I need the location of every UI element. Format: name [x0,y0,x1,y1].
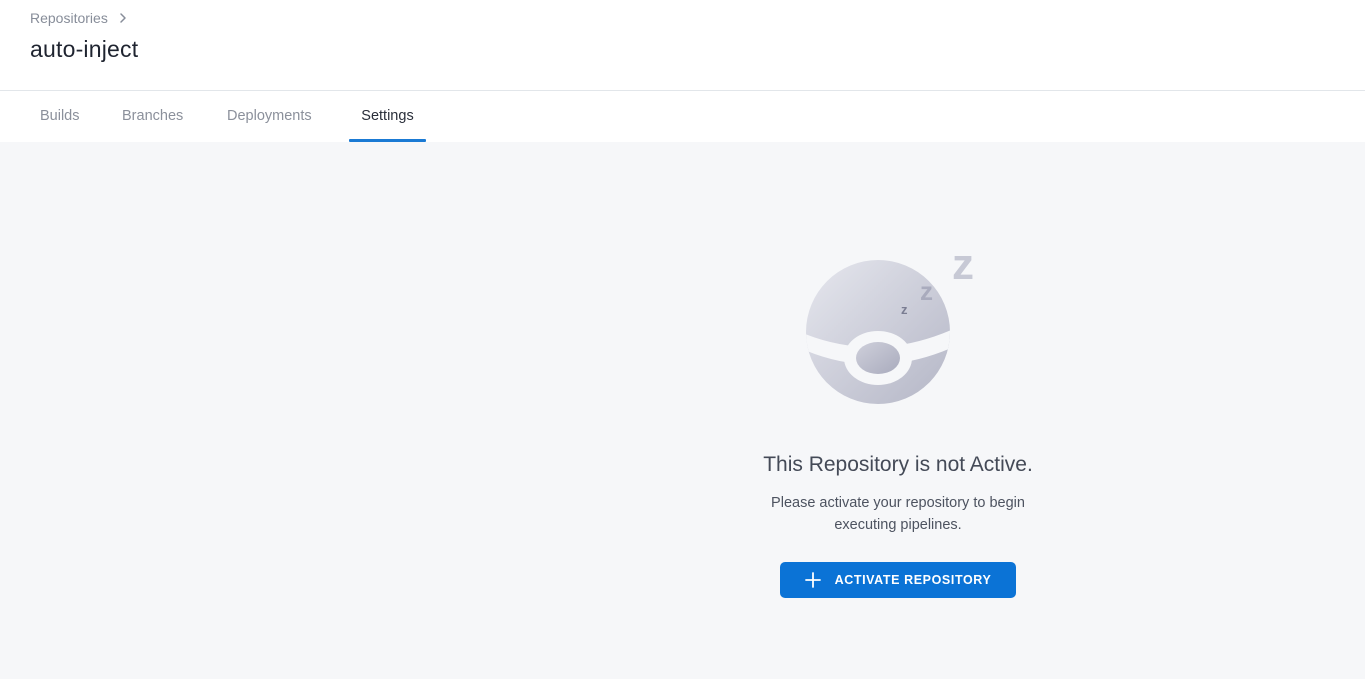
empty-state-title: This Repository is not Active. [763,453,1033,476]
svg-text:z: z [901,302,908,317]
tab-deployments[interactable]: Deployments [217,91,322,142]
breadcrumb: Repositories [30,10,128,26]
tab-settings[interactable]: Settings [349,91,426,142]
tab-branches[interactable]: Branches [112,91,193,142]
empty-state-description: Please activate your repository to begin… [771,495,1025,533]
breadcrumb-repositories-link[interactable]: Repositories [30,10,108,26]
tab-builds[interactable]: Builds [30,91,90,142]
page-title: auto-inject [30,36,139,62]
svg-text:z: z [952,240,974,289]
chevron-right-icon [118,10,128,26]
svg-text:z: z [920,276,933,306]
tab-bar: Builds Branches Deployments Settings [0,91,1365,142]
main-content: z z z This Repository is not Active. Ple… [0,142,1365,679]
activate-repository-button[interactable]: ACTIVATE REPOSITORY [780,562,1016,598]
plus-icon [804,572,821,588]
activate-repository-label: ACTIVATE REPOSITORY [834,573,992,587]
sleeping-ball-icon: z z z [800,240,1000,410]
page-header: Repositories auto-inject [0,0,1365,91]
